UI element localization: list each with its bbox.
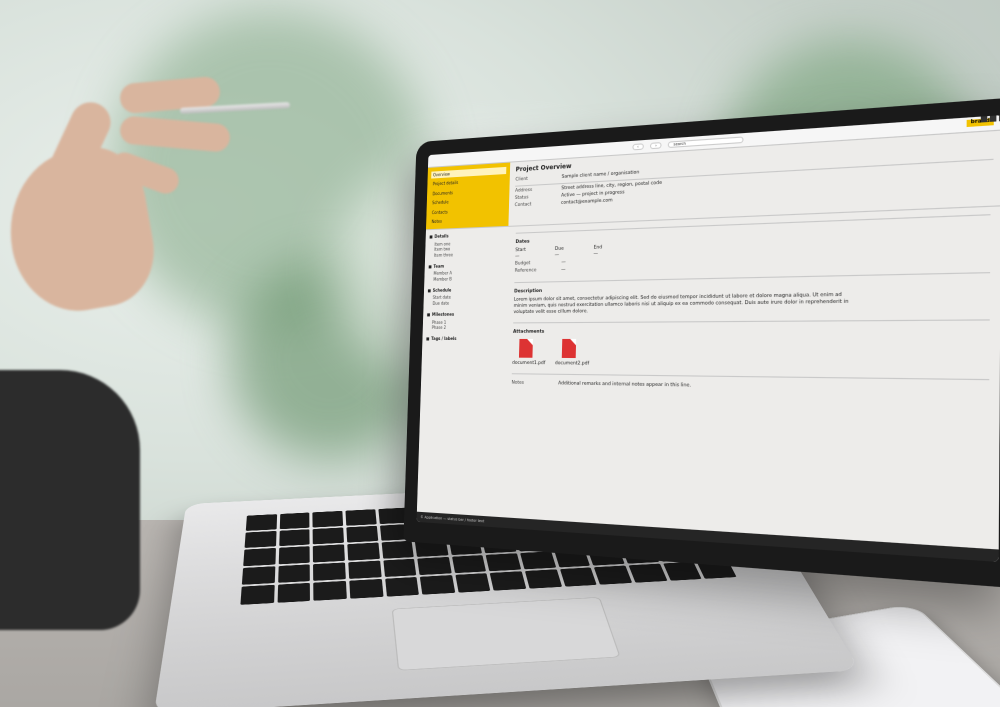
nav-forward-button[interactable]: › xyxy=(650,142,662,150)
sleeve xyxy=(0,370,140,630)
window-icon[interactable] xyxy=(990,115,997,121)
bg-window-glare xyxy=(330,140,690,400)
bg-plant-blur xyxy=(720,40,980,300)
window-controls[interactable] xyxy=(981,115,1000,122)
hand-holding-stylus xyxy=(0,30,290,330)
nav-back-button[interactable]: ‹ xyxy=(632,143,644,151)
window-icon[interactable] xyxy=(981,116,988,122)
